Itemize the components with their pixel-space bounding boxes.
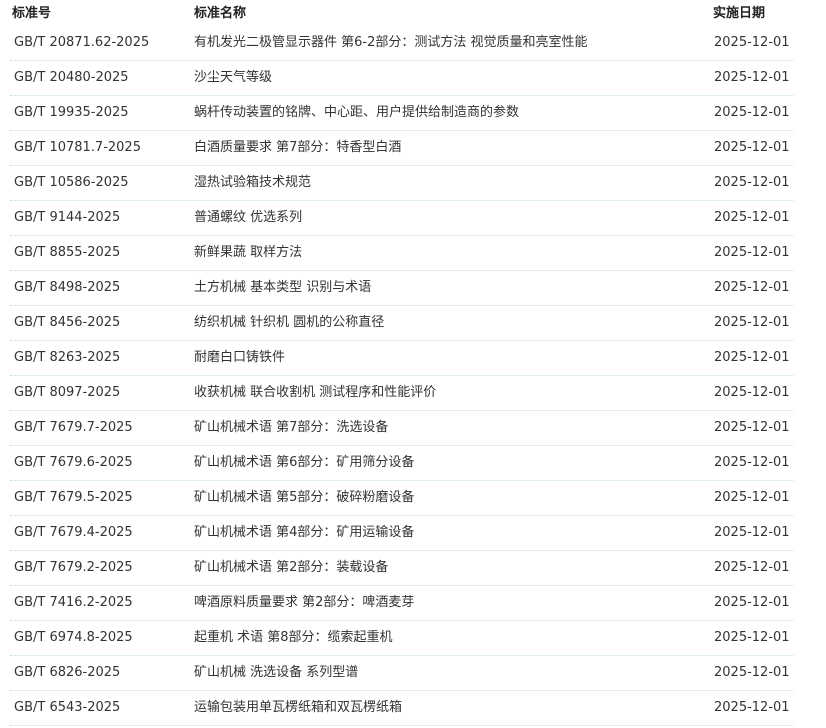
standard-name-link[interactable]: 耐磨白口铸铁件 [194, 341, 285, 375]
standard-name-link[interactable]: 矿山机械 洗选设备 系列型谱 [194, 656, 358, 690]
standard-number[interactable]: GB/T 19935-2025 [14, 96, 129, 130]
implementation-date: 2025-12-01 [714, 420, 790, 435]
standard-name-link[interactable]: 矿山机械术语 第7部分：洗选设备 [194, 411, 388, 445]
table-row[interactable]: GB/T 7416.2-2025 啤酒原料质量要求 第2部分：啤酒麦芽 2025-1… [10, 586, 794, 621]
standard-number[interactable]: GB/T 10586-2025 [14, 166, 129, 200]
table-row[interactable]: GB/T 8097-2025 收获机械 联合收割机 测试程序和性能评价 2025-1… [10, 376, 794, 411]
table-row[interactable]: GB/T 8263-2025 耐磨白口铸铁件 2025-12-01 [10, 341, 794, 376]
implementation-date: 2025-12-01 [714, 700, 790, 715]
standard-number[interactable]: GB/T 7679.2-2025 [14, 551, 133, 585]
standard-name-link[interactable]: 运输包装用单瓦楞纸箱和双瓦楞纸箱 [194, 691, 402, 725]
implementation-date: 2025-12-01 [714, 560, 790, 575]
implementation-date: 2025-12-01 [714, 210, 790, 225]
standard-name-link[interactable]: 普通螺纹 优选系列 [194, 201, 302, 235]
implementation-date: 2025-12-01 [714, 245, 790, 260]
standards-table: 标准号 标准名称 实施日期 GB/T 20871.62-2025 有机发光二极管显… [0, 0, 826, 726]
standard-name-link[interactable]: 纺织机械 针织机 圆机的公称直径 [194, 306, 384, 340]
standard-name-link[interactable]: 湿热试验箱技术规范 [194, 166, 311, 200]
standard-number[interactable]: GB/T 10781.7-2025 [14, 131, 141, 165]
implementation-date: 2025-12-01 [714, 665, 790, 680]
table-row[interactable]: GB/T 10586-2025 湿热试验箱技术规范 2025-12-01 [10, 166, 794, 201]
header-standard-number: 标准号 [12, 6, 52, 21]
implementation-date: 2025-12-01 [714, 525, 790, 540]
table-row[interactable]: GB/T 7679.6-2025 矿山机械术语 第6部分：矿用筛分设备 2025-1… [10, 446, 794, 481]
standard-name-link[interactable]: 啤酒原料质量要求 第2部分：啤酒麦芽 [194, 586, 414, 620]
implementation-date: 2025-12-01 [714, 455, 790, 470]
standard-name-link[interactable]: 白酒质量要求 第7部分：特香型白酒 [194, 131, 401, 165]
implementation-date: 2025-12-01 [714, 315, 790, 330]
standard-number[interactable]: GB/T 6974.8-2025 [14, 621, 133, 655]
standard-number[interactable]: GB/T 7679.5-2025 [14, 481, 133, 515]
implementation-date: 2025-12-01 [714, 630, 790, 645]
header-standard-name: 标准名称 [194, 6, 247, 21]
implementation-date: 2025-12-01 [714, 385, 790, 400]
implementation-date: 2025-12-01 [714, 105, 790, 120]
standard-name-link[interactable]: 有机发光二极管显示器件 第6-2部分：测试方法 视觉质量和亮室性能 [194, 26, 588, 60]
standard-name-link[interactable]: 蜗杆传动装置的铭牌、中心距、用户提供给制造商的参数 [194, 96, 519, 130]
table-row[interactable]: GB/T 19935-2025 蜗杆传动装置的铭牌、中心距、用户提供给制造商的参数… [10, 96, 794, 131]
table-row[interactable]: GB/T 7679.7-2025 矿山机械术语 第7部分：洗选设备 2025-12-… [10, 411, 794, 446]
standard-number[interactable]: GB/T 6543-2025 [14, 691, 120, 725]
table-row[interactable]: GB/T 9144-2025 普通螺纹 优选系列 2025-12-01 [10, 201, 794, 236]
implementation-date: 2025-12-01 [714, 280, 790, 295]
table-row[interactable]: GB/T 6543-2025 运输包装用单瓦楞纸箱和双瓦楞纸箱 2025-12-01 [10, 691, 794, 726]
standard-name-link[interactable]: 沙尘天气等级 [194, 61, 272, 95]
standard-name-link[interactable]: 收获机械 联合收割机 测试程序和性能评价 [194, 376, 436, 410]
standard-number[interactable]: GB/T 8097-2025 [14, 376, 120, 410]
header-implementation-date: 实施日期 [713, 6, 766, 21]
standard-number[interactable]: GB/T 8498-2025 [14, 271, 120, 305]
table-header: 标准号 标准名称 实施日期 [0, 0, 826, 26]
table-row[interactable]: GB/T 8498-2025 土方机械 基本类型 识别与术语 2025-12-01 [10, 271, 794, 306]
standard-number[interactable]: GB/T 8456-2025 [14, 306, 120, 340]
standard-name-link[interactable]: 矿山机械术语 第2部分：装载设备 [194, 551, 388, 585]
standard-number[interactable]: GB/T 8855-2025 [14, 236, 120, 270]
table-row[interactable]: GB/T 7679.4-2025 矿山机械术语 第4部分：矿用运输设备 2025-1… [10, 516, 794, 551]
table-row[interactable]: GB/T 20480-2025 沙尘天气等级 2025-12-01 [10, 61, 794, 96]
standard-name-link[interactable]: 新鲜果蔬 取样方法 [194, 236, 302, 270]
standard-name-link[interactable]: 矿山机械术语 第4部分：矿用运输设备 [194, 516, 414, 550]
standard-number[interactable]: GB/T 7416.2-2025 [14, 586, 133, 620]
standard-number[interactable]: GB/T 8263-2025 [14, 341, 120, 375]
table-row[interactable]: GB/T 20871.62-2025 有机发光二极管显示器件 第6-2部分：测试方… [10, 26, 794, 61]
standard-number[interactable]: GB/T 20480-2025 [14, 61, 129, 95]
standard-number[interactable]: GB/T 7679.4-2025 [14, 516, 133, 550]
table-body: GB/T 20871.62-2025 有机发光二极管显示器件 第6-2部分：测试方… [0, 26, 826, 726]
implementation-date: 2025-12-01 [714, 595, 790, 610]
standard-number[interactable]: GB/T 7679.7-2025 [14, 411, 133, 445]
standard-number[interactable]: GB/T 9144-2025 [14, 201, 120, 235]
table-row[interactable]: GB/T 7679.2-2025 矿山机械术语 第2部分：装载设备 2025-12-… [10, 551, 794, 586]
table-row[interactable]: GB/T 6826-2025 矿山机械 洗选设备 系列型谱 2025-12-01 [10, 656, 794, 691]
implementation-date: 2025-12-01 [714, 175, 790, 190]
standard-number[interactable]: GB/T 7679.6-2025 [14, 446, 133, 480]
implementation-date: 2025-12-01 [714, 490, 790, 505]
standard-name-link[interactable]: 起重机 术语 第8部分：缆索起重机 [194, 621, 393, 655]
table-row[interactable]: GB/T 6974.8-2025 起重机 术语 第8部分：缆索起重机 2025-12… [10, 621, 794, 656]
table-row[interactable]: GB/T 8855-2025 新鲜果蔬 取样方法 2025-12-01 [10, 236, 794, 271]
implementation-date: 2025-12-01 [714, 140, 790, 155]
standard-name-link[interactable]: 矿山机械术语 第6部分：矿用筛分设备 [194, 446, 414, 480]
standard-name-link[interactable]: 矿山机械术语 第5部分：破碎粉磨设备 [194, 481, 414, 515]
implementation-date: 2025-12-01 [714, 35, 790, 50]
table-row[interactable]: GB/T 10781.7-2025 白酒质量要求 第7部分：特香型白酒 2025-1… [10, 131, 794, 166]
standard-number[interactable]: GB/T 6826-2025 [14, 656, 120, 690]
implementation-date: 2025-12-01 [714, 350, 790, 365]
table-row[interactable]: GB/T 7679.5-2025 矿山机械术语 第5部分：破碎粉磨设备 2025-1… [10, 481, 794, 516]
implementation-date: 2025-12-01 [714, 70, 790, 85]
table-row[interactable]: GB/T 8456-2025 纺织机械 针织机 圆机的公称直径 2025-12-01 [10, 306, 794, 341]
standard-number[interactable]: GB/T 20871.62-2025 [14, 26, 149, 60]
standard-name-link[interactable]: 土方机械 基本类型 识别与术语 [194, 271, 371, 305]
